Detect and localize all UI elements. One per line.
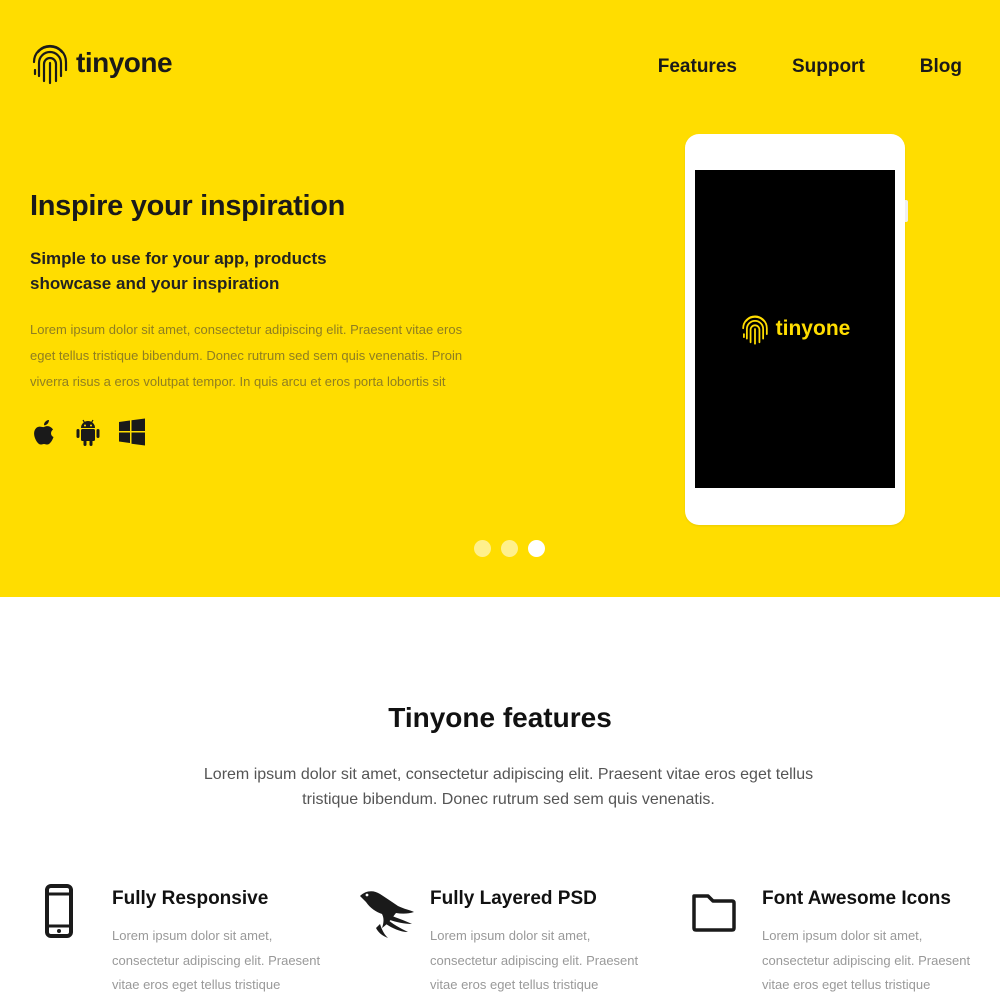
tablet-side-button xyxy=(905,200,908,222)
windows-icon[interactable] xyxy=(118,416,146,448)
feature-body: Lorem ipsum dolor sit amet, consectetur … xyxy=(430,928,639,992)
bird-icon xyxy=(360,891,414,938)
brand[interactable]: tinyone xyxy=(30,40,173,86)
brand-name: tinyone xyxy=(76,47,173,78)
slider-dot-2[interactable] xyxy=(501,540,518,557)
apple-icon[interactable] xyxy=(30,416,58,448)
fingerprint-icon xyxy=(32,44,68,85)
folder-icon xyxy=(692,894,736,932)
hero-title: Inspire your inspiration xyxy=(30,190,346,222)
feature-title: Fully Responsive xyxy=(112,888,269,909)
device-brand-name: tinyone xyxy=(775,317,851,340)
android-icon[interactable] xyxy=(74,416,102,448)
fingerprint-icon xyxy=(741,315,768,345)
device-brand: tinyone xyxy=(740,312,851,346)
slider-dots xyxy=(474,540,545,557)
tablet-screen: tinyone xyxy=(695,170,895,488)
slider-dot-3[interactable] xyxy=(528,540,545,557)
hero-subtitle: Simple to use for your app, products sho… xyxy=(30,249,327,293)
feature-body: Lorem ipsum dolor sit amet, consectetur … xyxy=(112,928,321,992)
hero-body-text: Lorem ipsum dolor sit amet, consectetur … xyxy=(30,322,463,389)
slider-dot-1[interactable] xyxy=(474,540,491,557)
feature-title: Font Awesome Icons xyxy=(762,888,951,909)
features-intro: Lorem ipsum dolor sit amet, consectetur … xyxy=(203,766,814,808)
nav-features[interactable]: Features xyxy=(658,56,737,78)
platform-links xyxy=(30,416,146,448)
tablet-mockup: tinyone xyxy=(685,134,908,525)
nav-support[interactable]: Support xyxy=(792,56,865,78)
main-nav: Features Support Blog xyxy=(603,56,962,78)
feature-title: Fully Layered PSD xyxy=(430,888,597,909)
feature-body: Lorem ipsum dolor sit amet, consectetur … xyxy=(762,928,971,992)
hero-section: tinyone Features Support Blog Inspire yo… xyxy=(0,0,1000,597)
features-title: Tinyone features xyxy=(388,702,612,733)
nav-blog[interactable]: Blog xyxy=(920,56,962,78)
mobile-phone-icon xyxy=(45,884,73,938)
